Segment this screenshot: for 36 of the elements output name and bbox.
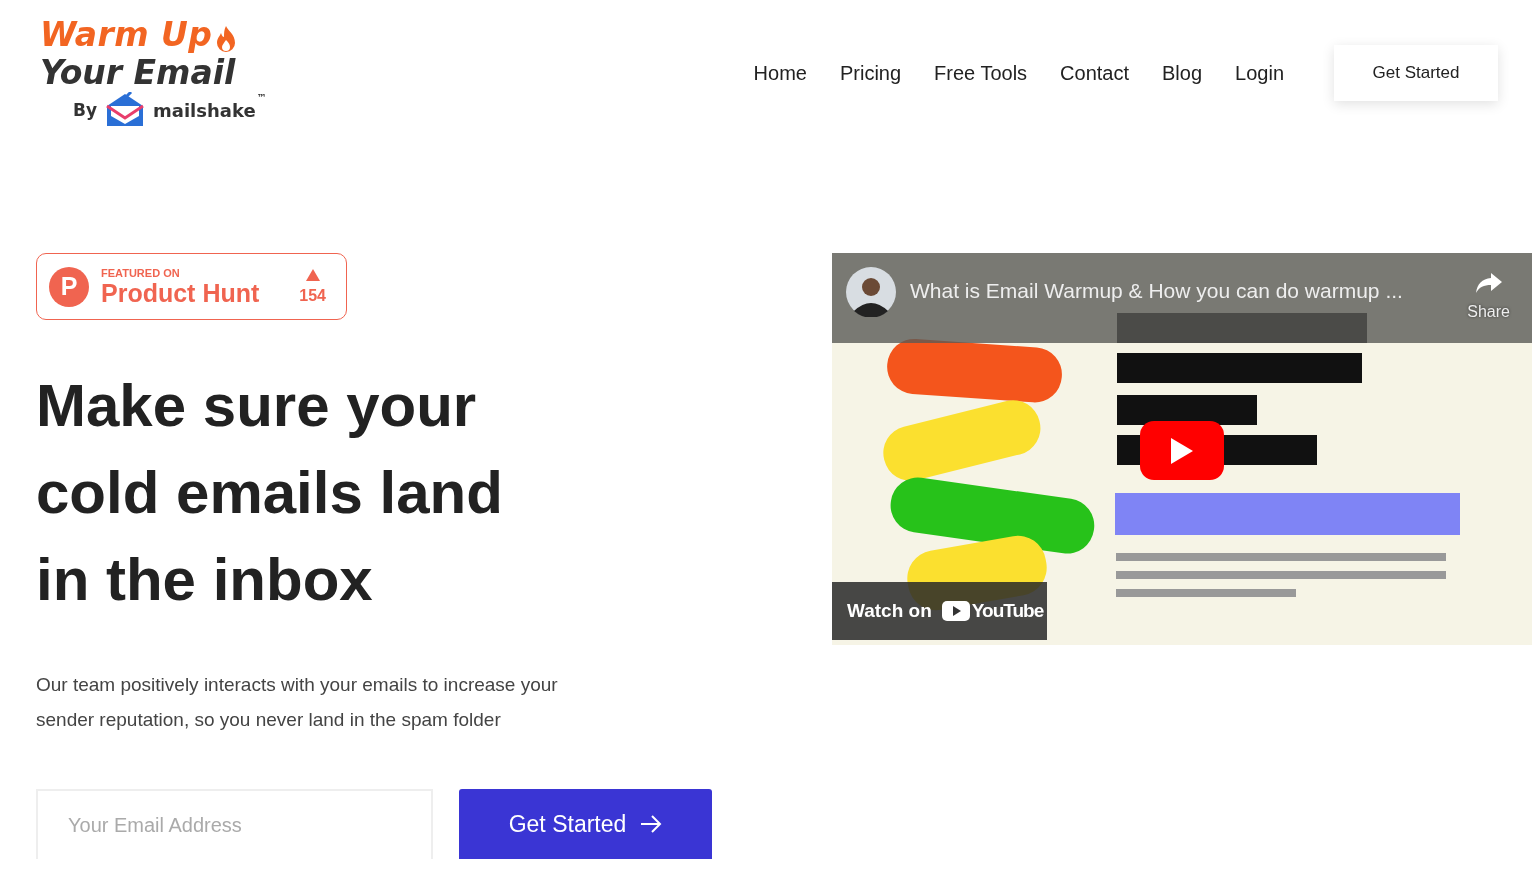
flame-icon — [214, 24, 237, 54]
get-started-button[interactable]: Get Started — [459, 789, 712, 859]
logo-text: By — [73, 100, 98, 120]
video-title[interactable]: What is Email Warmup & How you can do warmup ... — [910, 279, 1454, 303]
badge-caption: FEATURED ON — [101, 266, 181, 279]
nav-link[interactable]: Pricing — [839, 61, 902, 85]
nav-link[interactable]: Home — [753, 61, 807, 85]
get-started-button[interactable]: Get Started — [1334, 45, 1498, 101]
product-hunt-logo: P — [49, 266, 89, 307]
email-input[interactable]: Your Email Address — [36, 789, 433, 859]
nav-link[interactable]: Blog — [1162, 61, 1203, 85]
upvote-icon — [305, 268, 320, 281]
logo-text: Warm Up — [40, 15, 213, 54]
headline: cold emails land — [36, 458, 503, 528]
nav-link[interactable]: Contact — [1060, 61, 1130, 85]
headline: Make sure your — [36, 371, 477, 441]
logo-text: Your Email — [40, 54, 237, 92]
badge-title: Product Hunt — [101, 278, 261, 307]
headline: in the inbox — [36, 545, 373, 615]
watch-on-youtube-button[interactable]: Watch on YouTube — [832, 582, 1047, 640]
play-button[interactable] — [1140, 421, 1224, 480]
arrow-right-icon — [640, 814, 663, 834]
channel-avatar[interactable] — [846, 267, 896, 317]
play-icon — [1171, 437, 1193, 464]
youtube-play-icon — [941, 601, 970, 621]
nav-link[interactable]: Login — [1235, 61, 1284, 85]
logo-text: mailshake — [153, 99, 256, 121]
share-icon[interactable] — [1474, 271, 1503, 295]
trademark-sign: ™ — [256, 92, 267, 103]
share-label[interactable]: Share — [1467, 303, 1510, 321]
hero-description: Our team positively interacts with your emails to increase your sender reputation, so you never land in the spam folder — [36, 673, 559, 732]
envelope-icon — [105, 92, 146, 128]
logo[interactable]: Warm Up Your Email By mailshake $^{™}$ — [40, 18, 267, 128]
nav-link[interactable]: Free Tools — [934, 61, 1028, 85]
vote-count: 154 — [299, 286, 326, 305]
video-player[interactable]: What is Email Warmup & How you can do warmup ... Share Watch on YouTube — [832, 253, 1532, 645]
